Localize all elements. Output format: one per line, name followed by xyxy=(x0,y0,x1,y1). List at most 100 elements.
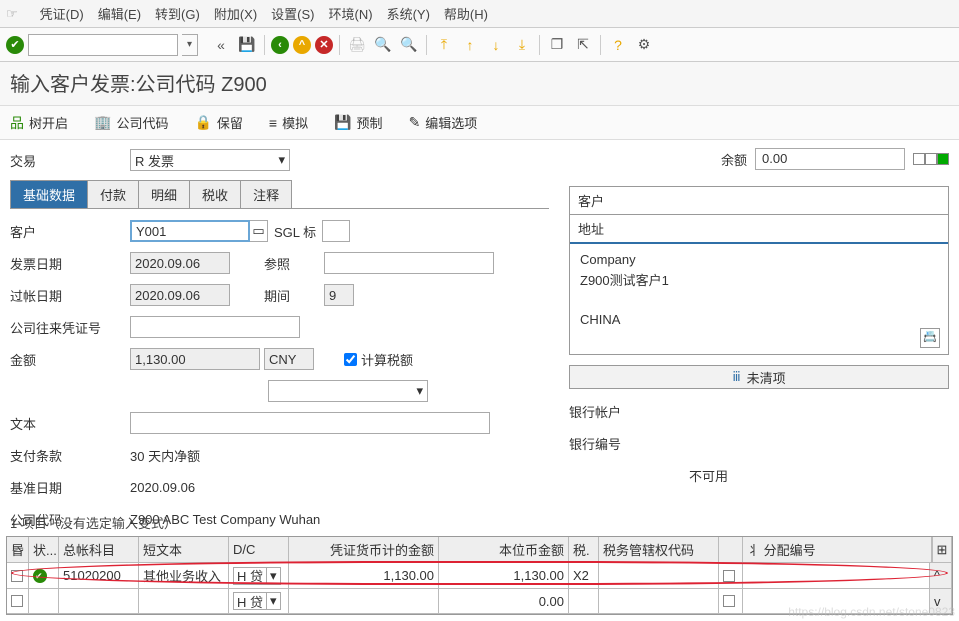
last-page-icon[interactable]: ⤓ xyxy=(511,34,533,56)
tree-on-button[interactable]: 品树开启 xyxy=(10,113,68,133)
payterm-value: 30 天内净额 xyxy=(130,446,200,465)
park-button[interactable]: 💾预制 xyxy=(334,113,382,132)
line-items-grid: 昬 状... 总帐科目 短文本 D/C 凭证货币计的金额 本位币金额 税. 税务… xyxy=(6,536,953,615)
tab-basic[interactable]: 基础数据 xyxy=(10,180,88,208)
currency-input[interactable]: CNY xyxy=(264,348,314,370)
customer-label[interactable]: 客户 xyxy=(10,222,130,241)
row-select-checkbox[interactable] xyxy=(11,570,23,582)
amount-input[interactable]: 1,130.00 xyxy=(130,348,260,370)
open-items-button[interactable]: ⅲ 未清项 xyxy=(569,365,949,389)
invoice-date-input[interactable]: 2020.09.06 xyxy=(130,252,230,274)
menu-bar: ☞ 凭证(D) 编辑(E) 转到(G) 附加(X) 设置(S) 环境(N) 系统… xyxy=(0,0,959,28)
row-flag-checkbox[interactable] xyxy=(723,570,735,582)
col-gl: 总帐科目 xyxy=(59,537,139,563)
amount-label[interactable]: 金额 xyxy=(10,350,130,369)
exit-icon[interactable]: ^ xyxy=(293,36,311,54)
balance-field: 0.00 xyxy=(755,148,905,170)
new-session-icon[interactable]: ❐ xyxy=(546,34,568,56)
grid-config-icon[interactable]: ⊞ xyxy=(932,537,952,563)
amount-loc-cell[interactable]: 1,130.00 xyxy=(439,563,569,589)
find-icon[interactable]: 🔍 xyxy=(372,34,394,56)
back-icon[interactable]: ‹ xyxy=(271,36,289,54)
col-check xyxy=(719,537,743,563)
menu-env[interactable]: 环境(N) xyxy=(329,4,373,23)
balance-label: 余额 xyxy=(721,150,747,169)
park-icon: 💾 xyxy=(334,114,351,131)
command-field[interactable] xyxy=(28,34,178,56)
menu-edit[interactable]: 编辑(E) xyxy=(98,4,141,23)
tab-strip: 基础数据 付款 明细 税收 注释 xyxy=(10,180,549,209)
display-address-icon[interactable]: 📇 xyxy=(920,328,940,348)
tab-tax[interactable]: 税收 xyxy=(189,180,241,208)
back-double-icon[interactable]: « xyxy=(210,34,232,56)
menu-system[interactable]: 系统(Y) xyxy=(387,4,430,23)
amount-loc-cell[interactable]: 0.00 xyxy=(439,589,569,614)
save-icon[interactable]: 💾 xyxy=(236,34,258,56)
reference-input[interactable] xyxy=(324,252,494,274)
enter-icon[interactable] xyxy=(6,36,24,54)
address-tab[interactable]: 地址 xyxy=(570,214,948,244)
row-select-checkbox[interactable] xyxy=(11,595,23,607)
scroll-up-icon[interactable]: ^ xyxy=(930,563,952,589)
tab-payment[interactable]: 付款 xyxy=(87,180,139,208)
hold-button[interactable]: 🔒保留 xyxy=(194,113,242,132)
transaction-select[interactable]: R 发票▾ xyxy=(130,149,290,171)
customer-panel: 客户 地址 Company Z900测试客户1 CHINA 📇 xyxy=(569,186,949,355)
calculate-tax-checkbox[interactable] xyxy=(344,353,357,366)
prev-page-icon[interactable]: ↑ xyxy=(459,34,481,56)
posting-date-input[interactable]: 2020.09.06 xyxy=(130,284,230,306)
sgl-input[interactable] xyxy=(322,220,350,242)
tax-code-select[interactable]: ▾ xyxy=(268,380,428,402)
chevron-down-icon: ▾ xyxy=(266,593,280,609)
print-icon[interactable]: 🖨 xyxy=(346,34,368,56)
menu-goto[interactable]: 转到(G) xyxy=(155,4,200,23)
dc-select[interactable]: H 贷▾ xyxy=(233,592,281,610)
text-input[interactable] xyxy=(130,412,490,434)
dc-select[interactable]: H 贷▾ xyxy=(233,567,281,585)
baseline-value: 2020.09.06 xyxy=(130,480,195,495)
find-next-icon[interactable]: 🔍 xyxy=(398,34,420,56)
menu-help[interactable]: 帮助(H) xyxy=(444,4,488,23)
company-code-button[interactable]: 🏢公司代码 xyxy=(94,113,168,132)
customize-icon[interactable]: ⚙ xyxy=(633,34,655,56)
cross-cc-label: 公司往来凭证号 xyxy=(10,318,130,337)
assignment-cell[interactable] xyxy=(743,563,930,589)
help-icon[interactable]: ? xyxy=(607,34,629,56)
simulate-button[interactable]: ≡模拟 xyxy=(269,113,308,132)
menu-settings[interactable]: 设置(S) xyxy=(271,4,314,23)
company-icon: 🏢 xyxy=(94,114,111,131)
grid-row[interactable]: 51020200 其他业务收入 H 贷▾ 1,130.00 1,130.00 X… xyxy=(7,563,952,589)
bank-account-label: 银行帐户 xyxy=(569,402,689,421)
command-dropdown[interactable] xyxy=(182,34,198,56)
short-text-cell: 其他业务收入 xyxy=(139,563,229,589)
cancel-icon[interactable]: ✕ xyxy=(315,36,333,54)
tab-notes[interactable]: 注释 xyxy=(240,180,292,208)
pencil-icon: ✎ xyxy=(409,114,421,131)
chevron-down-icon: ▾ xyxy=(266,568,280,584)
text-label: 文本 xyxy=(10,414,130,433)
status-ok-icon xyxy=(33,569,47,583)
menu-extra[interactable]: 附加(X) xyxy=(214,4,257,23)
gl-cell[interactable]: 51020200 xyxy=(59,563,139,589)
jurisdiction-cell[interactable] xyxy=(599,563,719,589)
cross-cc-input[interactable] xyxy=(130,316,300,338)
amount-doc-cell[interactable]: 1,130.00 xyxy=(289,563,439,589)
menu-doc[interactable]: 凭证(D) xyxy=(40,4,84,23)
gl-cell[interactable] xyxy=(59,589,139,614)
customer-country: CHINA xyxy=(580,310,938,331)
share-icon[interactable]: ☞ xyxy=(6,6,18,22)
invoice-date-label[interactable]: 发票日期 xyxy=(10,254,130,273)
customer-search-icon[interactable]: ▭ xyxy=(250,220,268,242)
edit-options-button[interactable]: ✎编辑选项 xyxy=(409,113,478,132)
tab-details[interactable]: 明细 xyxy=(138,180,190,208)
col-status: 状... xyxy=(29,537,59,563)
tax-cell[interactable]: X2 xyxy=(569,563,599,589)
next-page-icon[interactable]: ↓ xyxy=(485,34,507,56)
row-flag-checkbox[interactable] xyxy=(723,595,735,607)
col-select[interactable]: 昬 xyxy=(7,537,29,563)
first-page-icon[interactable]: ⤒ xyxy=(433,34,455,56)
tree-icon: 品 xyxy=(10,113,24,133)
shortcut-icon[interactable]: ⇱ xyxy=(572,34,594,56)
period-input[interactable]: 9 xyxy=(324,284,354,306)
customer-input[interactable]: Y001 xyxy=(130,220,250,242)
